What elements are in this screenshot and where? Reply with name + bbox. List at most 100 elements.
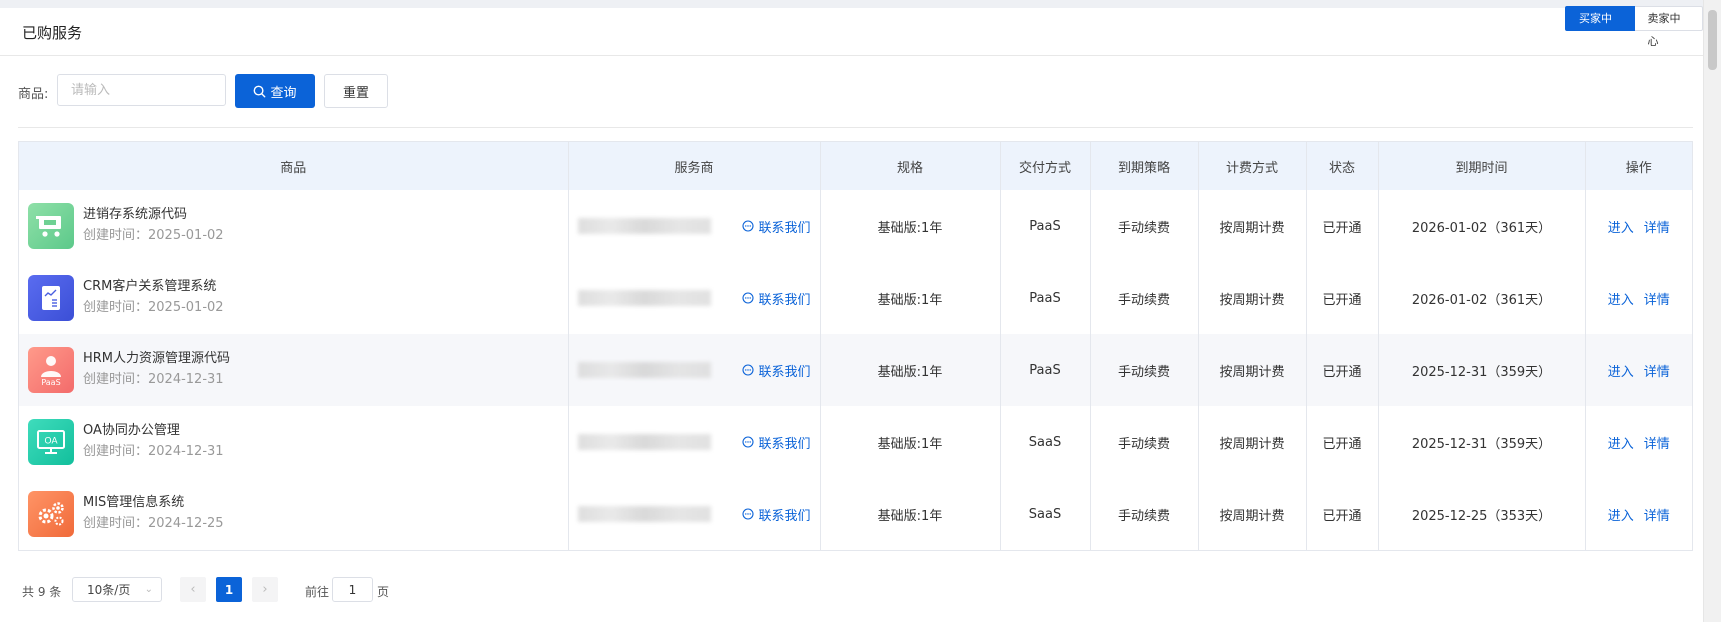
goto-label: 前往 [305,585,330,599]
enter-link[interactable]: 进入 [1608,505,1634,524]
enter-link[interactable]: 进入 [1608,289,1634,308]
expiry-cell: 2025-12-25（353天） [1378,478,1586,550]
search-icon [254,85,266,97]
filter-bar: 商品: 查询 重置 [0,74,1703,108]
contact-us-link[interactable]: 联系我们 [742,505,811,524]
column-header-billing: 计费方式 [1198,142,1307,190]
detail-link[interactable]: 详情 [1644,433,1670,452]
expiry-cell: 2026-01-02（361天） [1378,190,1586,262]
monitor-icon: OA [28,419,74,465]
chat-icon [742,292,755,304]
detail-link[interactable]: 详情 [1644,289,1670,308]
column-header-actions: 操作 [1585,142,1692,190]
expiry-cell: 2026-01-02（361天） [1378,262,1586,334]
status-cell: 已开通 [1306,334,1379,406]
expiry-cell: 2025-12-31（359天） [1378,334,1586,406]
vertical-scrollbar[interactable] [1703,0,1721,622]
actions-cell: 进入 详情 [1585,478,1692,550]
page-size-select[interactable]: 10条/页 ⌄ [72,577,162,602]
main-panel: 已购服务 买家中心 卖家中心 商品: 查询 重置 商品 服务商 规格 交付方式 [0,6,1703,622]
enter-link[interactable]: 进入 [1608,433,1634,452]
chevron-left-icon: ‹ [190,582,196,597]
provider-name-redacted [577,506,711,522]
filter-divider [18,127,1693,128]
detail-link[interactable]: 详情 [1644,217,1670,236]
detail-link[interactable]: 详情 [1644,505,1670,524]
column-header-policy: 到期策略 [1090,142,1199,190]
contact-us-link[interactable]: 联系我们 [742,289,811,308]
actions-cell: 进入 详情 [1585,334,1692,406]
contact-us-link[interactable]: 联系我们 [742,433,811,452]
pagination: 共 9 条 10条/页 ⌄ ‹ 1 › 前往 页 [0,577,1703,603]
chevron-down-icon: ⌄ [144,584,153,595]
product-cell: PaaS HRM人力资源管理源代码 创建时间：2024-12-31 [19,334,569,406]
table-row: CRM客户关系管理系统 创建时间：2025-01-02 联系我们 基础版:1年 … [19,262,1692,334]
table-row: 进销存系统源代码 创建时间：2025-01-02 联系我们 基础版:1年 Paa… [19,190,1692,262]
column-header-spec: 规格 [820,142,1001,190]
delivery-cell: PaaS [1000,190,1091,262]
pagination-total: 共 9 条 [22,585,62,599]
table-row: OA OA协同办公管理 创建时间：2024-12-31 联系我们 基础版:1年 … [19,406,1692,478]
product-created: 创建时间：2024-12-31 [83,372,224,387]
title-bar: 已购服务 买家中心 卖家中心 [0,6,1703,56]
spec-cell: 基础版:1年 [820,190,1001,262]
enter-link[interactable]: 进入 [1608,217,1634,236]
person-icon: PaaS [28,347,74,393]
status-cell: 已开通 [1306,262,1379,334]
column-header-delivery: 交付方式 [1000,142,1091,190]
reset-button[interactable]: 重置 [324,74,388,108]
product-name: HRM人力资源管理源代码 [83,351,231,366]
page-number-current[interactable]: 1 [216,577,242,602]
next-page-button[interactable]: › [252,577,278,602]
spec-cell: 基础版:1年 [820,262,1001,334]
status-cell: 已开通 [1306,190,1379,262]
delivery-cell: SaaS [1000,478,1091,550]
goto-page-input[interactable] [332,577,373,602]
delivery-cell: SaaS [1000,406,1091,478]
top-strip [0,0,1721,8]
provider-cell: 联系我们 [568,334,821,406]
paas-badge-label: PaaS [41,377,61,387]
product-search-input[interactable] [57,74,226,106]
detail-link[interactable]: 详情 [1644,361,1670,380]
contact-us-label: 联系我们 [758,364,811,380]
actions-cell: 进入 详情 [1585,262,1692,334]
seller-center-button[interactable]: 卖家中心 [1634,6,1703,48]
billing-cell: 按周期计费 [1198,262,1307,334]
policy-cell: 手动续费 [1090,406,1199,478]
column-header-provider: 服务商 [568,142,821,190]
provider-name-redacted [577,362,711,378]
billing-cell: 按周期计费 [1198,478,1307,550]
scrollbar-thumb[interactable] [1708,10,1717,70]
buyer-center-button[interactable]: 买家中心 [1565,6,1635,48]
query-button[interactable]: 查询 [235,74,315,108]
document-icon [28,275,74,321]
actions-cell: 进入 详情 [1585,406,1692,478]
product-created: 创建时间：2024-12-31 [83,444,224,459]
table-row: PaaS HRM人力资源管理源代码 创建时间：2024-12-31 联系我们 基… [19,334,1692,406]
provider-cell: 联系我们 [568,406,821,478]
product-created: 创建时间：2025-01-02 [83,300,224,315]
enter-link[interactable]: 进入 [1608,361,1634,380]
chat-icon [742,436,755,448]
contact-us-link[interactable]: 联系我们 [742,361,811,380]
provider-name-redacted [577,218,711,234]
product-cell: CRM客户关系管理系统 创建时间：2025-01-02 [19,262,569,334]
policy-cell: 手动续费 [1090,334,1199,406]
product-filter-label: 商品: [18,87,49,102]
product-created: 创建时间：2025-01-02 [83,228,224,243]
contact-us-label: 联系我们 [758,508,811,524]
page-size-value: 10条/页 [87,583,131,597]
policy-cell: 手动续费 [1090,478,1199,550]
contact-us-link[interactable]: 联系我们 [742,217,811,236]
table-row: MIS管理信息系统 创建时间：2024-12-25 联系我们 基础版:1年 Sa… [19,478,1692,550]
gears-icon [28,491,74,537]
role-switch: 买家中心 卖家中心 [1565,6,1703,48]
provider-cell: 联系我们 [568,262,821,334]
spec-cell: 基础版:1年 [820,478,1001,550]
chevron-right-icon: › [262,582,268,597]
policy-cell: 手动续费 [1090,262,1199,334]
table-header-row: 商品 服务商 规格 交付方式 到期策略 计费方式 状态 到期时间 操作 [19,142,1692,190]
provider-cell: 联系我们 [568,190,821,262]
prev-page-button[interactable]: ‹ [180,577,206,602]
